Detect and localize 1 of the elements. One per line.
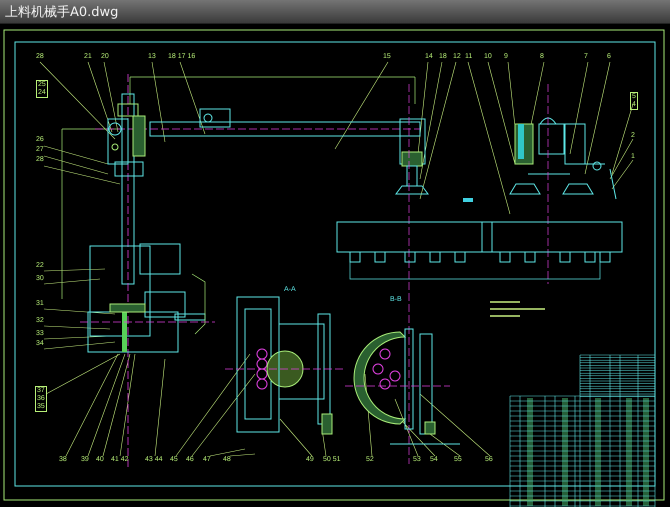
window-title: 上料机械手A0.dwg: [5, 4, 118, 20]
